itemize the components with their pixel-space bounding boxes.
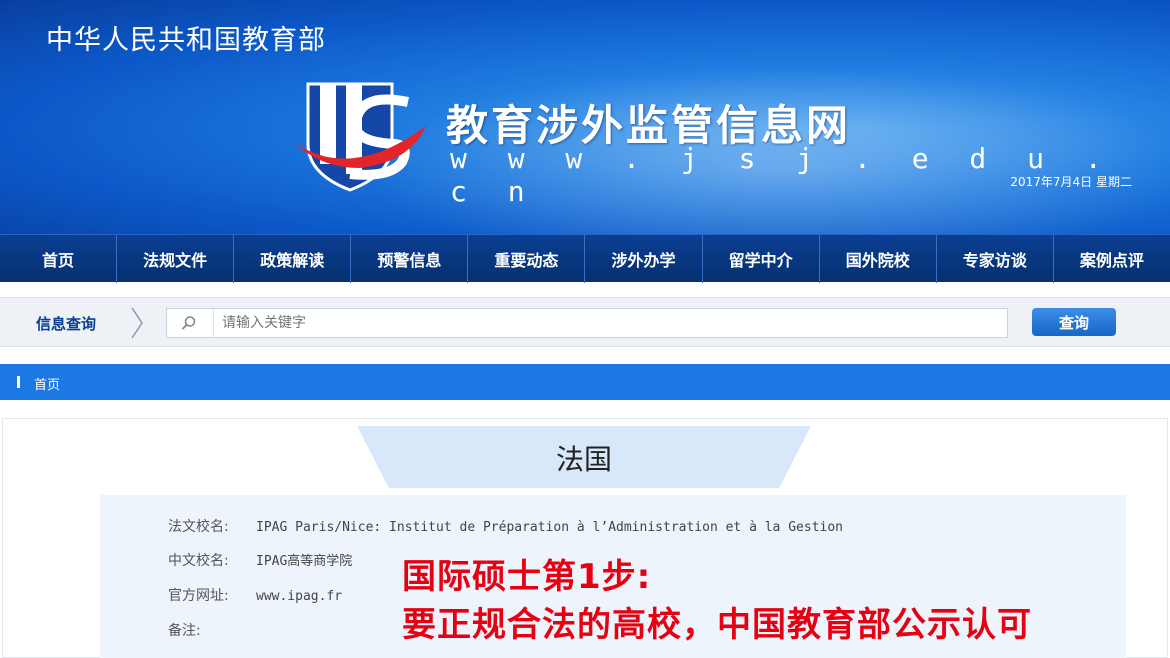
website-label: 官方网址:	[168, 588, 229, 604]
overlay-line-1: 国际硕士第1步:	[402, 557, 652, 597]
search-box	[166, 308, 1008, 338]
website-link[interactable]: www.ipag.fr	[256, 589, 342, 604]
current-date: 2017年7月4日 星期二	[1010, 175, 1132, 189]
breadcrumb-home-link[interactable]: 首页	[34, 374, 60, 393]
breadcrumb: 首页	[0, 364, 1170, 400]
overlay-line-2: 要正规合法的高校，中国教育部公示认可	[402, 605, 1032, 645]
nav-item-interviews[interactable]: 专家访谈	[937, 235, 1054, 283]
chinese-name-value: IPAG高等商学院	[256, 554, 353, 569]
nav-item-home[interactable]: 首页	[0, 235, 118, 283]
search-icon	[181, 316, 196, 330]
jsj-logo-icon	[294, 82, 426, 192]
nav-item-cases[interactable]: 案例点评	[1054, 235, 1170, 283]
nav-item-policy[interactable]: 政策解读	[234, 235, 352, 283]
promo-overlay-text: 国际硕士第1步: 要正规合法的高校，中国教育部公示认可	[402, 553, 1032, 649]
site-banner: 中华人民共和国教育部 教育涉外监管信息网 w w w . j s j . e d…	[0, 0, 1170, 234]
search-input[interactable]	[213, 309, 1003, 337]
search-label: 信息查询	[36, 315, 97, 333]
school-french-name-row: 法文校名: IPAG Paris/Nice: Institut de Prépar…	[168, 516, 843, 536]
nav-item-foreign-schools[interactable]: 涉外办学	[585, 235, 703, 283]
ministry-name: 中华人民共和国教育部	[46, 25, 326, 56]
note-label: 备注:	[168, 623, 201, 639]
school-website-row: 官方网址: www.ipag.fr	[168, 585, 342, 605]
breadcrumb-marker	[17, 376, 20, 388]
school-note-row: 备注:	[168, 620, 256, 640]
chinese-name-label: 中文校名:	[168, 553, 229, 569]
nav-item-regulations[interactable]: 法规文件	[117, 235, 235, 283]
nav-item-overseas-institutions[interactable]: 国外院校	[820, 235, 937, 283]
nav-item-agencies[interactable]: 留学中介	[703, 235, 820, 283]
search-bar: 信息查询 查询	[0, 297, 1170, 347]
chevron-right-icon	[131, 307, 143, 339]
search-button[interactable]: 查询	[1032, 308, 1116, 336]
country-title: 法国	[555, 443, 612, 476]
nav-item-news[interactable]: 重要动态	[468, 235, 586, 283]
french-name-value: IPAG Paris/Nice: Institut de Préparation…	[256, 520, 843, 535]
school-chinese-name-row: 中文校名: IPAG高等商学院	[168, 550, 352, 570]
nav-item-warnings[interactable]: 预警信息	[351, 235, 469, 283]
main-nav: 首页 法规文件 政策解读 预警信息 重要动态 涉外办学 留学中介 国外院校 专家…	[0, 234, 1170, 283]
french-name-label: 法文校名:	[168, 519, 229, 535]
